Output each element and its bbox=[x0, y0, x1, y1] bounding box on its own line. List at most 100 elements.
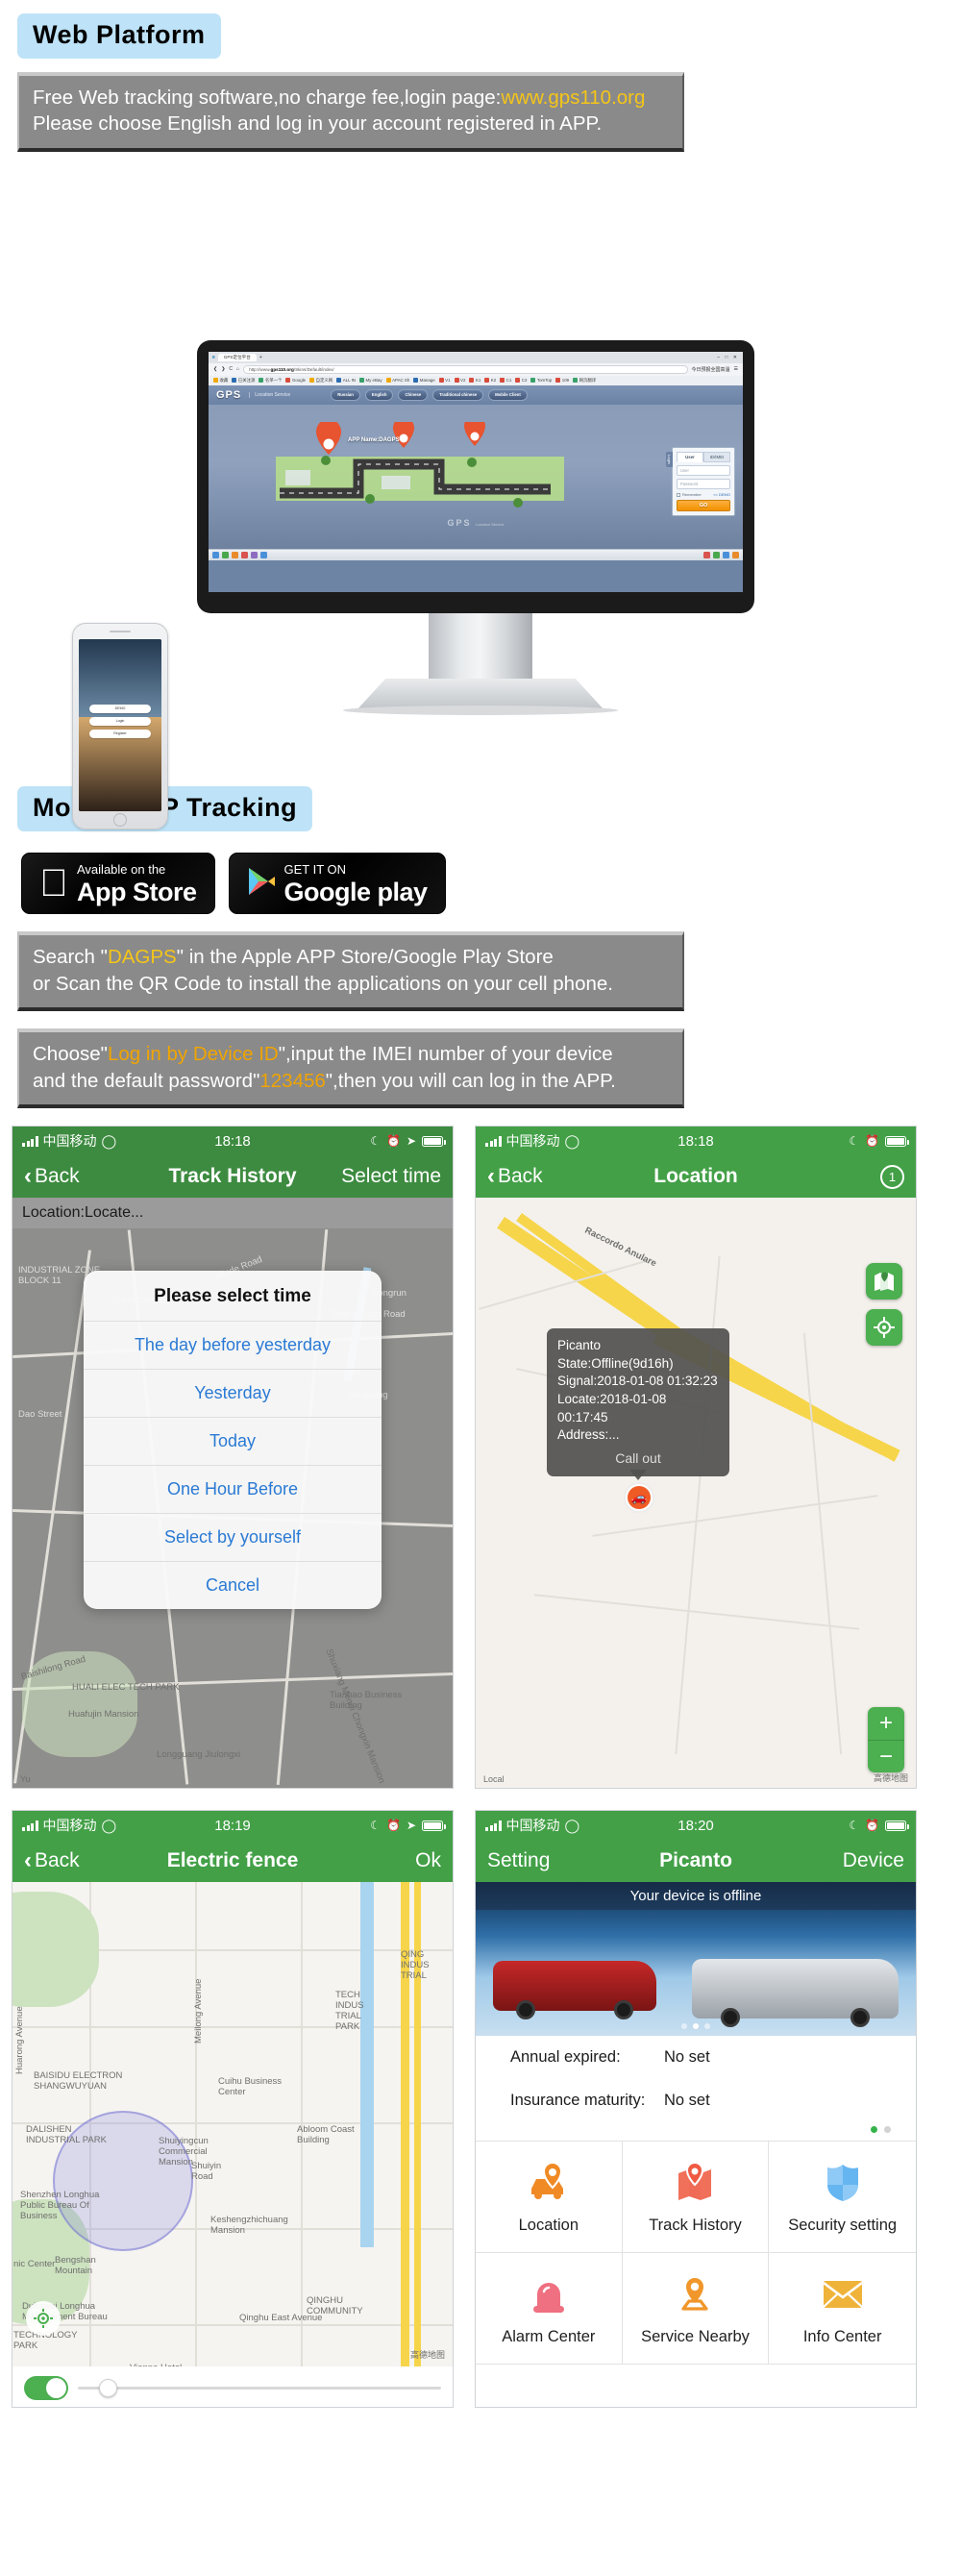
map-center-button[interactable] bbox=[866, 1309, 902, 1347]
home-icon[interactable]: ⌂ bbox=[236, 366, 239, 372]
bookmark-item[interactable]: C2 bbox=[515, 378, 527, 384]
vehicle-marker[interactable]: 🚗 bbox=[624, 1482, 654, 1514]
go-button[interactable]: GO bbox=[677, 499, 730, 511]
dialog-option-one-hour-before[interactable]: One Hour Before bbox=[84, 1465, 382, 1513]
refresh-button[interactable]: 1 bbox=[880, 1164, 904, 1189]
menu-item-service-nearby[interactable]: Service Nearby bbox=[622, 2253, 770, 2365]
gps110-link[interactable]: www.gps110.org bbox=[501, 87, 645, 109]
smartphone-mockup: DEMO Login Register bbox=[72, 622, 168, 830]
google-play-badge[interactable]: GET IT ON Google play bbox=[228, 852, 446, 915]
taskbar-tray[interactable] bbox=[703, 551, 739, 558]
window-controls[interactable]: – □ ✕ bbox=[717, 355, 739, 360]
menu-item-info-center[interactable]: Info Center bbox=[769, 2253, 916, 2365]
zoom-out-button[interactable]: − bbox=[868, 1740, 904, 1773]
bookmark-item[interactable]: My eBay bbox=[358, 378, 382, 384]
bookmark-item[interactable]: Manage bbox=[413, 378, 435, 384]
tab-id-imei[interactable]: ID/IMEI bbox=[703, 451, 730, 462]
bookmark-item[interactable]: V1 bbox=[438, 378, 451, 384]
demo-link[interactable]: << DEMO bbox=[713, 492, 730, 497]
app-store-badge[interactable]:  Available on the App Store bbox=[21, 852, 215, 915]
dialog-option-today[interactable]: Today bbox=[84, 1417, 382, 1465]
bookmark-item[interactable]: 109 bbox=[555, 378, 569, 384]
select-time-button[interactable]: Select time bbox=[341, 1165, 441, 1188]
remember-checkbox[interactable]: Remember bbox=[677, 492, 702, 497]
dialog-option-select-by-yourself[interactable]: Select by yourself bbox=[84, 1513, 382, 1561]
lang-english[interactable]: English bbox=[364, 388, 394, 401]
taskbar-icon[interactable] bbox=[260, 551, 267, 558]
fence-toggle[interactable] bbox=[24, 2375, 68, 2400]
back-button[interactable]: ‹ Back bbox=[24, 1849, 80, 1872]
device-button[interactable]: Device bbox=[843, 1849, 904, 1872]
dialog-option-cancel[interactable]: Cancel bbox=[84, 1561, 382, 1609]
browser-tab[interactable]: GPS定位平台 bbox=[217, 353, 257, 361]
dialog-option-day-before-yesterday[interactable]: The day before yesterday bbox=[84, 1321, 382, 1369]
user-input[interactable]: User bbox=[677, 464, 730, 476]
bookmark-item[interactable]: ALL IN bbox=[336, 378, 356, 384]
call-out-button[interactable]: Call out bbox=[557, 1449, 719, 1468]
back-icon[interactable]: ❮ bbox=[213, 366, 217, 372]
lang-chinese[interactable]: Chinese bbox=[398, 388, 429, 401]
menu-item-location[interactable]: Location bbox=[476, 2142, 623, 2254]
menu-item-track-history[interactable]: Track History bbox=[622, 2142, 770, 2254]
status-left: 中国移动 ◯ bbox=[22, 1816, 116, 1835]
map-layer-button[interactable] bbox=[866, 1263, 902, 1300]
phone-register-button[interactable]: Register bbox=[89, 729, 151, 738]
map-canvas[interactable]: QING INDUS TRIAL TECH INDUS TRIAL PARK B… bbox=[12, 1882, 453, 2408]
url-input[interactable]: http://www.gps110.org/Skins/Default/inde… bbox=[243, 364, 688, 374]
bookmark-item[interactable]: V2 bbox=[454, 378, 465, 384]
bookmark-item[interactable]: K1 bbox=[469, 378, 480, 384]
phone-login-button[interactable]: Login bbox=[89, 716, 151, 726]
forward-icon[interactable]: ❯ bbox=[221, 366, 225, 372]
language-buttons: Russian English Chinese Traditional chin… bbox=[331, 388, 528, 401]
bookmark-item[interactable]: APAC Sh bbox=[385, 378, 409, 384]
map-label: Shuiyingcun Commercial Mansion bbox=[159, 2136, 209, 2168]
taskbar-icon[interactable] bbox=[212, 551, 219, 558]
mobile-client-button[interactable]: Mobile Client bbox=[488, 388, 528, 401]
map-label: nic Center bbox=[13, 2259, 56, 2270]
taskbar-icon[interactable] bbox=[232, 551, 238, 558]
back-button[interactable]: ‹ Back bbox=[487, 1165, 543, 1188]
zoom-in-button[interactable]: + bbox=[868, 1707, 904, 1741]
new-tab-button[interactable]: + bbox=[259, 355, 262, 360]
reload-icon[interactable]: C bbox=[229, 366, 233, 372]
browser-chrome: e GPS定位平台 + – □ ✕ ❮ ❯ C ⌂ http://www.gps… bbox=[209, 351, 743, 385]
tab-user[interactable]: User bbox=[677, 451, 703, 462]
bookmark-item[interactable]: 已关注源 bbox=[232, 378, 255, 384]
map-canvas[interactable]: INDUSTRIAL ZONE BLOCK 11 THANGKENG Minde… bbox=[12, 1228, 453, 1789]
fence-radius-slider[interactable] bbox=[78, 2378, 441, 2397]
menu-item-alarm-center[interactable]: Alarm Center bbox=[476, 2253, 623, 2365]
bookmark-item[interactable]: K2 bbox=[484, 378, 496, 384]
taskbar-icon[interactable] bbox=[222, 551, 229, 558]
device-hero-carousel[interactable]: Your device is offline bbox=[476, 1882, 916, 2037]
ok-button[interactable]: Ok bbox=[415, 1849, 441, 1872]
bookmark-item[interactable]: Google bbox=[285, 378, 306, 384]
bookmark-item[interactable]: 名单一个 bbox=[259, 378, 282, 384]
map-attribution: Yu bbox=[20, 1774, 31, 1785]
taskbar-icon[interactable] bbox=[251, 551, 258, 558]
status-right: ☾ ⏰ bbox=[849, 1134, 909, 1148]
bookmark-item[interactable]: 收藏 bbox=[213, 378, 228, 384]
bookmark-item[interactable]: 网页翻译 bbox=[573, 378, 596, 384]
back-button[interactable]: ‹ Back bbox=[24, 1165, 80, 1188]
phone-demo-button[interactable]: DEMO bbox=[89, 704, 151, 713]
map-canvas[interactable]: Raccordo Anulare Picanto State:Offline(9… bbox=[476, 1198, 916, 1789]
setting-button[interactable]: Setting bbox=[487, 1849, 550, 1872]
map-local-label: Local bbox=[483, 1774, 505, 1785]
web-banner-wrap: Free Web tracking software,no charge fee… bbox=[0, 59, 684, 152]
bookmark-item[interactable]: TomTop bbox=[530, 378, 552, 384]
password-input[interactable]: Password bbox=[677, 478, 730, 489]
carousel-dots[interactable] bbox=[681, 2023, 710, 2030]
monitor-shadow bbox=[343, 705, 618, 715]
bookmark-item[interactable]: C1 bbox=[500, 378, 511, 384]
phone-home-button[interactable] bbox=[113, 812, 127, 827]
locate-me-button[interactable] bbox=[26, 2301, 61, 2337]
lang-traditional-chinese[interactable]: Traditional chinese bbox=[432, 388, 484, 401]
menu-item-security-setting[interactable]: Security setting bbox=[769, 2142, 916, 2254]
menu-icon[interactable]: ☰ bbox=[734, 366, 738, 372]
bookmark-item[interactable]: 自定义网 bbox=[309, 378, 333, 384]
desktop-monitor: e GPS定位平台 + – □ ✕ ❮ ❯ C ⌂ http://www.gps… bbox=[197, 339, 754, 613]
taskbar-icon[interactable] bbox=[241, 551, 248, 558]
dialog-option-yesterday[interactable]: Yesterday bbox=[84, 1369, 382, 1417]
device-name: Picanto bbox=[557, 1338, 602, 1353]
lang-russian[interactable]: Russian bbox=[331, 388, 360, 401]
